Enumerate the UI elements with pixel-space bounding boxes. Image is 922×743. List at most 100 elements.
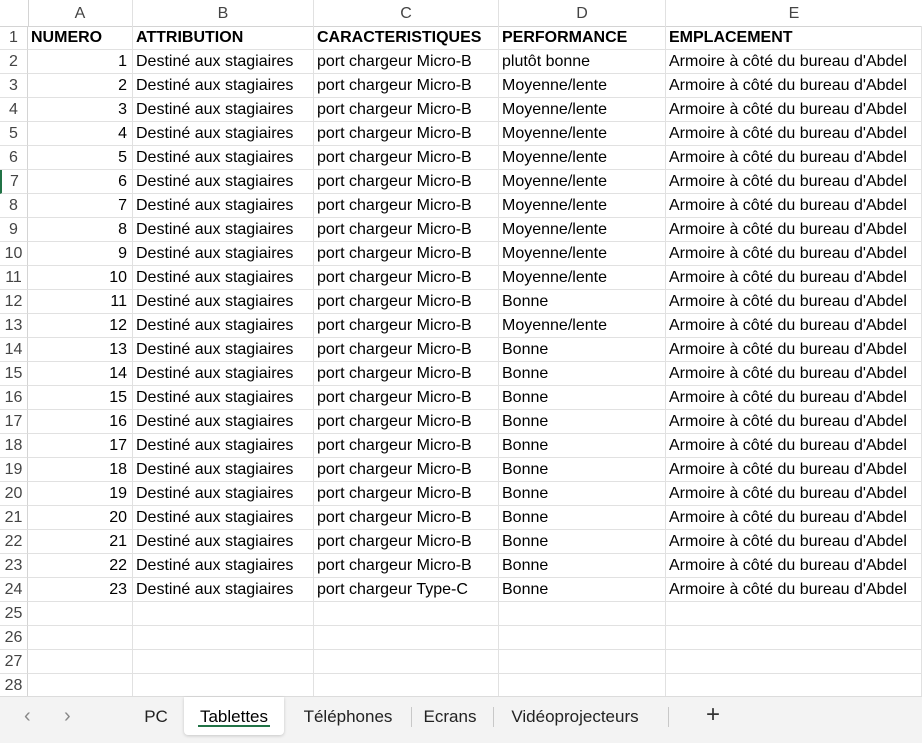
row-header[interactable]: 12 (0, 290, 28, 314)
row-header[interactable]: 4 (0, 98, 28, 122)
cell[interactable]: Destiné aux stagiaires (133, 170, 314, 194)
row-header[interactable]: 18 (0, 434, 28, 458)
cell[interactable]: 15 (28, 386, 133, 410)
cell[interactable]: Destiné aux stagiaires (133, 578, 314, 602)
cell[interactable]: port chargeur Micro-B (314, 554, 499, 578)
cell[interactable]: Destiné aux stagiaires (133, 362, 314, 386)
cell[interactable]: 18 (28, 458, 133, 482)
cell[interactable]: Destiné aux stagiaires (133, 146, 314, 170)
cell[interactable]: port chargeur Micro-B (314, 362, 499, 386)
cell[interactable]: Destiné aux stagiaires (133, 290, 314, 314)
row-header[interactable]: 22 (0, 530, 28, 554)
cell[interactable]: Armoire à côté du bureau d'Abdel (666, 434, 922, 458)
row-header[interactable]: 9 (0, 218, 28, 242)
cell[interactable]: Armoire à côté du bureau d'Abdel (666, 362, 922, 386)
cell[interactable]: Armoire à côté du bureau d'Abdel (666, 482, 922, 506)
cell[interactable]: 22 (28, 554, 133, 578)
row-header[interactable]: 15 (0, 362, 28, 386)
cell[interactable]: port chargeur Micro-B (314, 194, 499, 218)
column-header-d[interactable]: D (499, 0, 666, 26)
cell[interactable]: 8 (28, 218, 133, 242)
cell[interactable]: Destiné aux stagiaires (133, 194, 314, 218)
cell[interactable]: 10 (28, 266, 133, 290)
row-header[interactable]: 20 (0, 482, 28, 506)
cell[interactable]: 6 (28, 170, 133, 194)
cell[interactable]: Destiné aux stagiaires (133, 338, 314, 362)
cell[interactable]: Armoire à côté du bureau d'Abdel (666, 554, 922, 578)
cell[interactable]: Destiné aux stagiaires (133, 482, 314, 506)
cell[interactable]: Armoire à côté du bureau d'Abdel (666, 194, 922, 218)
cell[interactable]: Armoire à côté du bureau d'Abdel (666, 50, 922, 74)
cell[interactable]: port chargeur Micro-B (314, 146, 499, 170)
cell[interactable]: port chargeur Micro-B (314, 434, 499, 458)
cell[interactable] (499, 626, 666, 650)
sheet-tab[interactable]: Téléphones (286, 697, 410, 735)
cell[interactable] (28, 650, 133, 674)
cell[interactable]: Armoire à côté du bureau d'Abdel (666, 242, 922, 266)
row-header[interactable]: 23 (0, 554, 28, 578)
row-header[interactable]: 13 (0, 314, 28, 338)
sheet-tab[interactable]: Tablettes (184, 697, 284, 735)
row-header[interactable]: 11 (0, 266, 28, 290)
row-header[interactable]: 3 (0, 74, 28, 98)
cell[interactable]: Moyenne/lente (499, 314, 666, 338)
prev-sheet-icon[interactable]: ‹ (24, 705, 31, 728)
cell[interactable] (499, 602, 666, 626)
cell[interactable]: Destiné aux stagiaires (133, 218, 314, 242)
sheet-tab[interactable]: Vidéoprojecteurs (492, 697, 658, 735)
cell[interactable]: 3 (28, 98, 133, 122)
cell[interactable]: Destiné aux stagiaires (133, 554, 314, 578)
cell[interactable]: Armoire à côté du bureau d'Abdel (666, 218, 922, 242)
cell[interactable]: port chargeur Micro-B (314, 98, 499, 122)
sheet-tab[interactable]: Ecrans (408, 697, 492, 735)
cell[interactable]: Moyenne/lente (499, 218, 666, 242)
cell[interactable]: Armoire à côté du bureau d'Abdel (666, 266, 922, 290)
cell[interactable]: 19 (28, 482, 133, 506)
cell[interactable]: Armoire à côté du bureau d'Abdel (666, 410, 922, 434)
cell[interactable]: Armoire à côté du bureau d'Abdel (666, 578, 922, 602)
cell[interactable] (314, 602, 499, 626)
cell[interactable]: Destiné aux stagiaires (133, 98, 314, 122)
cell[interactable]: Moyenne/lente (499, 146, 666, 170)
cell[interactable]: EMPLACEMENT (666, 26, 922, 50)
cell[interactable]: 13 (28, 338, 133, 362)
row-header[interactable]: 10 (0, 242, 28, 266)
cell[interactable]: Destiné aux stagiaires (133, 386, 314, 410)
cell[interactable] (133, 650, 314, 674)
cell[interactable]: Bonne (499, 458, 666, 482)
row-header[interactable]: 21 (0, 506, 28, 530)
cell[interactable]: Armoire à côté du bureau d'Abdel (666, 122, 922, 146)
cell[interactable]: Destiné aux stagiaires (133, 74, 314, 98)
next-sheet-icon[interactable]: › (64, 705, 71, 728)
row-header[interactable]: 5 (0, 122, 28, 146)
cell[interactable]: Destiné aux stagiaires (133, 122, 314, 146)
cell[interactable]: Armoire à côté du bureau d'Abdel (666, 530, 922, 554)
cell[interactable]: 21 (28, 530, 133, 554)
row-header[interactable]: 6 (0, 146, 28, 170)
cell[interactable]: Moyenne/lente (499, 242, 666, 266)
row-header[interactable]: 26 (0, 626, 28, 650)
cell[interactable] (314, 626, 499, 650)
cell[interactable]: Moyenne/lente (499, 74, 666, 98)
cell[interactable] (314, 650, 499, 674)
cell[interactable] (666, 626, 922, 650)
cell[interactable]: 5 (28, 146, 133, 170)
cell[interactable] (28, 626, 133, 650)
cell[interactable]: 2 (28, 74, 133, 98)
cell[interactable] (666, 602, 922, 626)
cell[interactable]: Bonne (499, 434, 666, 458)
cell[interactable]: port chargeur Micro-B (314, 170, 499, 194)
cell[interactable] (666, 650, 922, 674)
cell[interactable]: Armoire à côté du bureau d'Abdel (666, 338, 922, 362)
cell[interactable]: 7 (28, 194, 133, 218)
cell[interactable]: Armoire à côté du bureau d'Abdel (666, 74, 922, 98)
cell[interactable]: port chargeur Micro-B (314, 506, 499, 530)
cell[interactable]: port chargeur Micro-B (314, 386, 499, 410)
row-header[interactable]: 24 (0, 578, 28, 602)
cell[interactable]: Bonne (499, 506, 666, 530)
row-header[interactable]: 1 (0, 26, 28, 50)
row-header[interactable]: 8 (0, 194, 28, 218)
cell[interactable]: Moyenne/lente (499, 194, 666, 218)
cell[interactable]: port chargeur Type-C (314, 578, 499, 602)
cell[interactable]: Armoire à côté du bureau d'Abdel (666, 386, 922, 410)
